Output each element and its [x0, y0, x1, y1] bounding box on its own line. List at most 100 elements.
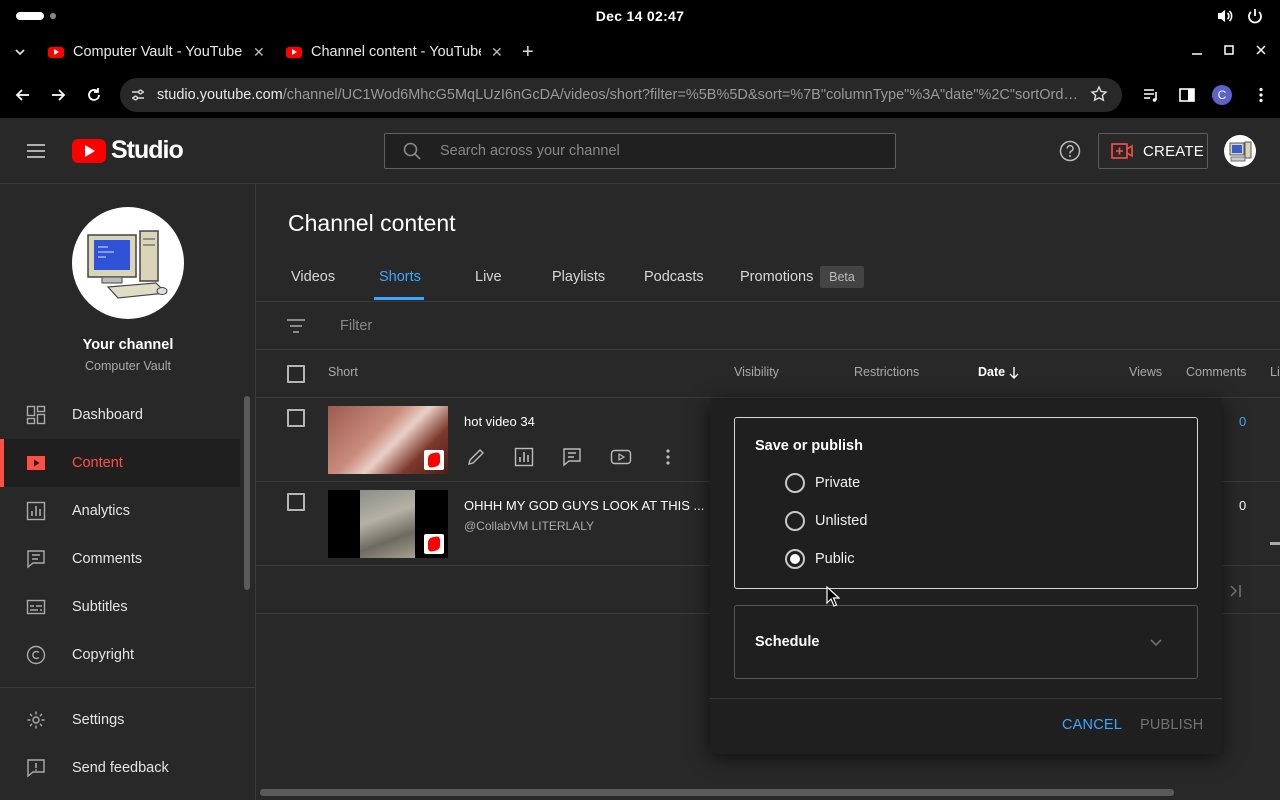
column-header-likes[interactable]: Li	[1270, 365, 1280, 379]
youtube-play-icon[interactable]	[610, 447, 632, 467]
publish-button[interactable]: PUBLISH	[1140, 717, 1203, 733]
sidebar-item-label: Dashboard	[72, 407, 143, 423]
help-icon[interactable]	[1059, 140, 1081, 162]
sidebar-item-subtitles[interactable]: Subtitles	[0, 583, 240, 631]
sidebar-item-dashboard[interactable]: Dashboard	[0, 391, 240, 439]
sidebar-item-analytics[interactable]: Analytics	[0, 487, 240, 535]
tab-podcasts[interactable]: Podcasts	[644, 269, 704, 285]
tab-live[interactable]: Live	[475, 269, 502, 285]
channel-name: Computer Vault	[85, 359, 171, 373]
forward-arrow-icon[interactable]	[49, 86, 67, 104]
sidebar-item-comments[interactable]: Comments	[0, 535, 240, 583]
gear-icon	[26, 710, 46, 730]
analytics-icon[interactable]	[514, 447, 534, 467]
select-all-checkbox[interactable]	[287, 365, 305, 383]
volume-icon[interactable]	[1216, 7, 1234, 25]
sidebar-item-copyright[interactable]: Copyright	[0, 631, 240, 679]
schedule-heading: Schedule	[755, 634, 820, 650]
shorts-icon	[424, 450, 444, 470]
restore-icon[interactable]	[1222, 43, 1236, 57]
filter-input[interactable]	[340, 316, 640, 336]
bookmark-star-icon[interactable]	[1090, 85, 1108, 103]
cancel-button[interactable]: CANCEL	[1062, 717, 1122, 733]
sort-down-arrow-icon[interactable]	[1008, 366, 1020, 380]
close-window-icon[interactable]	[1254, 43, 1268, 57]
comments-count[interactable]: 0	[1239, 414, 1246, 429]
browser-profile-avatar[interactable]: C	[1212, 85, 1232, 105]
horizontal-scrollbar[interactable]	[260, 789, 1174, 796]
hamburger-menu-icon[interactable]	[26, 143, 46, 159]
side-panel-icon[interactable]	[1178, 86, 1196, 104]
radio-private-label[interactable]: Private	[815, 475, 860, 491]
tab-promotions[interactable]: Promotions	[740, 269, 813, 285]
page-title: Channel content	[288, 210, 456, 236]
close-tab-icon[interactable]: ✕	[253, 44, 265, 61]
sidebar-item-send-feedback[interactable]: Send feedback	[0, 744, 240, 792]
column-header-comments[interactable]: Comments	[1186, 365, 1246, 379]
comments-icon	[26, 549, 46, 569]
minimize-icon[interactable]	[1190, 43, 1204, 57]
os-clock[interactable]: Dec 14 02:47	[0, 8, 1280, 24]
tab-shorts[interactable]: Shorts	[379, 269, 421, 285]
radio-public-label[interactable]: Public	[815, 551, 855, 567]
site-info-icon[interactable]	[130, 87, 146, 103]
dialog-divider	[710, 698, 1222, 699]
youtube-favicon-icon	[286, 46, 302, 58]
video-title[interactable]: hot video 34	[464, 414, 535, 429]
channel-avatar[interactable]	[72, 207, 184, 319]
reload-icon[interactable]	[85, 86, 103, 104]
content-icon	[26, 453, 46, 473]
sidebar-item-settings[interactable]: Settings	[0, 696, 240, 744]
column-header-short: Short	[328, 365, 358, 379]
shorts-icon	[424, 534, 444, 554]
browser-tab-1[interactable]: Computer Vault - YouTube ✕	[48, 32, 265, 72]
youtube-favicon-icon	[48, 46, 64, 58]
radio-unlisted[interactable]	[785, 511, 805, 531]
radio-public[interactable]	[785, 549, 805, 569]
account-avatar[interactable]	[1224, 135, 1256, 167]
column-header-restrictions[interactable]: Restrictions	[854, 365, 919, 379]
active-tab-indicator	[374, 297, 424, 300]
comments-icon[interactable]	[562, 447, 582, 467]
power-icon[interactable]	[1246, 7, 1264, 25]
edit-pencil-icon[interactable]	[466, 447, 486, 467]
last-page-icon[interactable]	[1228, 583, 1244, 599]
studio-wordmark[interactable]: Studio	[111, 136, 184, 165]
youtube-logo-icon[interactable]	[72, 139, 106, 163]
new-tab-plus-icon[interactable]: +	[522, 41, 534, 64]
video-thumbnail[interactable]	[328, 490, 448, 558]
more-options-icon[interactable]	[658, 447, 678, 467]
tab-list-chevron-icon[interactable]	[13, 45, 27, 59]
back-arrow-icon[interactable]	[14, 86, 32, 104]
column-header-views[interactable]: Views	[1129, 365, 1162, 379]
media-controls-icon[interactable]	[1142, 86, 1160, 104]
search-input[interactable]	[440, 141, 880, 161]
sidebar-scrollbar[interactable]	[244, 396, 250, 590]
search-icon	[402, 141, 422, 161]
filter-icon[interactable]	[286, 317, 306, 335]
url-text[interactable]: studio.youtube.com/channel/UC1Wod6MhcG5M…	[157, 87, 1082, 103]
video-thumbnail[interactable]	[328, 406, 448, 474]
subtitles-icon	[26, 597, 46, 617]
radio-unlisted-label[interactable]: Unlisted	[815, 513, 867, 529]
browser-tab-2[interactable]: Channel content - YouTube Studio ✕	[286, 32, 503, 72]
create-button[interactable]: CREATE	[1098, 133, 1208, 169]
close-tab-icon[interactable]: ✕	[491, 44, 503, 61]
sidebar-item-content[interactable]: Content	[0, 439, 240, 487]
sidebar-item-label: Analytics	[72, 503, 131, 519]
row-checkbox[interactable]	[287, 409, 305, 427]
browser-menu-icon[interactable]	[1252, 86, 1270, 104]
row-checkbox[interactable]	[287, 493, 305, 511]
radio-private[interactable]	[785, 473, 805, 493]
column-header-date[interactable]: Date	[978, 365, 1005, 379]
video-description: @CollabVM LITERLALY	[464, 519, 595, 533]
column-header-visibility[interactable]: Visibility	[734, 365, 779, 379]
chevron-down-icon[interactable]	[1148, 634, 1164, 650]
sidebar-divider	[0, 687, 256, 688]
create-video-icon	[1111, 142, 1133, 160]
tab-playlists[interactable]: Playlists	[552, 269, 605, 285]
create-label: CREATE	[1143, 142, 1204, 160]
tab-title: Channel content - YouTube Studio	[311, 44, 481, 60]
video-title[interactable]: OHHH MY GOD GUYS LOOK AT THIS ...	[464, 498, 704, 513]
tab-videos[interactable]: Videos	[291, 269, 335, 285]
